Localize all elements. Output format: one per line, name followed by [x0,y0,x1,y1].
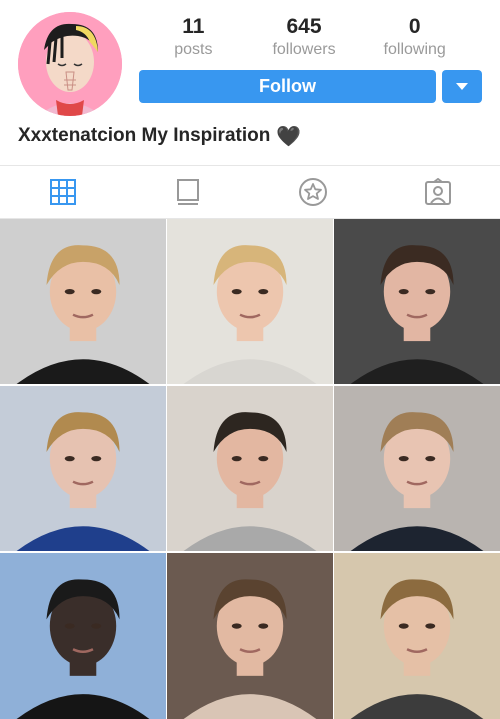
tab-tagged[interactable] [375,166,500,218]
star-icon [298,178,327,206]
photo-image [167,219,333,384]
list-icon [176,179,199,205]
photo-image [0,219,166,384]
photo-tile[interactable] [334,386,500,551]
stat-posts-label: posts [174,41,213,58]
avatar[interactable] [18,12,122,116]
stat-followers-label: followers [272,41,336,58]
photo-image [334,219,500,384]
photo-tile[interactable] [334,553,500,719]
photo-image [167,553,333,719]
follow-options-button[interactable] [442,70,482,103]
photo-image [0,553,166,719]
photo-tile[interactable] [0,386,166,551]
profile-bio: Xxxtenatcion My Inspiration 🖤 [18,121,301,151]
black-heart-emoji: 🖤 [276,125,302,148]
chevron-down-icon [456,83,468,90]
photo-image [334,386,500,551]
stat-following-value: 0 [408,15,421,38]
stat-following-label: following [383,41,446,58]
photo-tile[interactable] [167,219,333,384]
grid-icon [49,179,76,205]
photo-image [167,386,333,551]
stat-posts-value: 11 [182,15,205,38]
tab-list[interactable] [125,166,250,218]
photo-tile[interactable] [167,386,333,551]
bio-text: Xxxtenatcion My Inspiration [18,125,271,146]
photo-tile[interactable] [0,553,166,719]
stat-followers[interactable]: 645 followers [249,14,360,62]
tab-saved[interactable] [250,166,375,218]
photo-tile[interactable] [167,553,333,719]
photo-tile[interactable] [334,219,500,384]
tagged-icon [424,178,451,205]
follow-button[interactable]: Follow [139,70,436,103]
profile-stats: 11 posts 645 followers 0 following [138,14,470,62]
photo-grid [0,219,500,719]
profile-header: 11 posts 645 followers 0 following Follo… [0,0,500,160]
avatar-illustration [18,12,122,116]
photo-image [334,553,500,719]
stat-posts[interactable]: 11 posts [138,14,249,62]
photo-tile[interactable] [0,219,166,384]
stat-followers-value: 645 [286,15,322,38]
stat-following[interactable]: 0 following [359,14,470,62]
profile-tabs [0,165,500,219]
tab-grid[interactable] [0,166,125,218]
photo-image [0,386,166,551]
